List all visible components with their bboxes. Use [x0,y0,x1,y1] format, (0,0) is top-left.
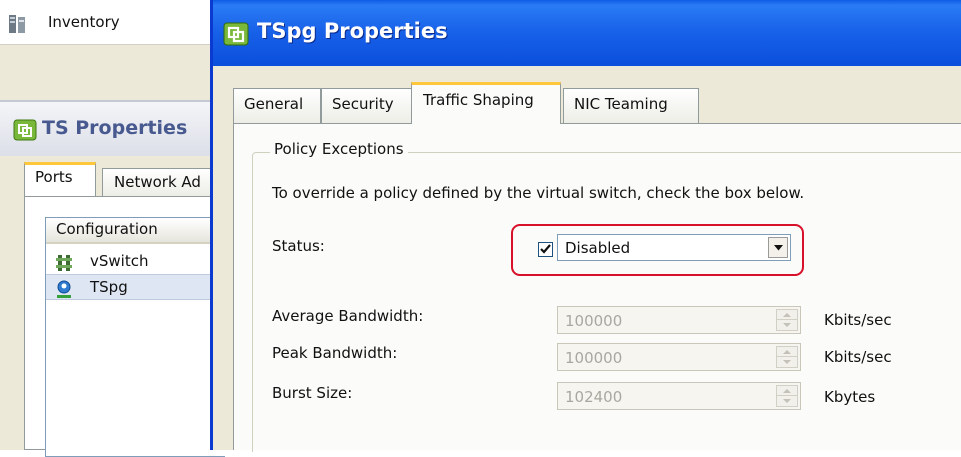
burst-size-value: 102400 [565,388,623,406]
tab-nic-teaming-label: NIC Teaming [574,95,668,113]
arrow-up-icon [783,313,791,317]
vsphere-icon [13,119,37,141]
arrow-up-icon [783,350,791,354]
tab-security-label: Security [332,95,394,113]
ts-window-title: TS Properties [42,117,188,139]
list-item-vswitch[interactable]: vSwitch [46,249,226,275]
burst-size-label: Burst Size: [272,384,353,402]
average-bandwidth-label: Average Bandwidth: [272,307,424,325]
dropdown-button[interactable] [768,237,788,258]
dialog-title-bar[interactable]: TSpg Properties [213,0,961,66]
tab-security[interactable]: Security [321,88,413,123]
average-bandwidth-spinner[interactable]: 100000 [557,306,801,334]
chevron-down-icon [774,245,783,251]
configuration-header-label: Configuration [56,220,158,238]
vsphere-icon [223,22,249,46]
status-dropdown[interactable]: Disabled [557,234,791,261]
arrow-down-icon [783,399,791,403]
switch-icon [56,255,72,271]
tab-ports[interactable]: Ports [24,162,96,196]
ports-panel: Configuration vSwitch TSpg [24,196,226,457]
spinner-down-button[interactable] [777,357,797,367]
spinner-up-button[interactable] [777,310,797,320]
spinner-down-button[interactable] [777,320,797,330]
policy-exceptions-title: Policy Exceptions [270,140,408,158]
peak-bandwidth-value: 100000 [565,349,623,367]
burst-size-unit: Kbytes [824,388,876,406]
override-instruction: To override a policy defined by the virt… [272,184,805,202]
burst-size-spinner[interactable]: 102400 [557,382,801,410]
configuration-column-header[interactable]: Configuration [46,218,226,244]
arrow-down-icon [783,360,791,364]
ts-title-bar[interactable]: TS Properties [0,100,222,156]
list-item-label: vSwitch [90,252,149,270]
status-selected-value: Disabled [565,239,631,257]
spinner-up-button[interactable] [777,386,797,396]
tab-traffic-shaping-label: Traffic Shaping [423,91,534,109]
status-override-checkbox[interactable] [538,242,553,257]
peak-bandwidth-spinner[interactable]: 100000 [557,343,801,371]
spinner-up-button[interactable] [777,347,797,357]
background-toolbar [0,44,220,100]
inventory-label[interactable]: Inventory [48,13,120,31]
arrow-up-icon [783,389,791,393]
peak-bandwidth-unit: Kbits/sec [824,348,892,366]
port-group-icon [57,280,71,298]
list-item-label: TSpg [90,278,128,296]
tab-traffic-shaping[interactable]: Traffic Shaping [411,82,561,124]
tab-network-adapters[interactable]: Network Ad [102,168,222,196]
inventory-icon [9,15,25,33]
configuration-list[interactable]: Configuration vSwitch TSpg [45,217,226,457]
spinner-buttons[interactable] [776,309,798,331]
tab-general[interactable]: General [233,88,321,123]
average-bandwidth-value: 100000 [565,312,623,330]
ts-properties-window: TS Properties Ports Network Ad Configura… [0,100,226,457]
tab-nic-teaming[interactable]: NIC Teaming [563,88,699,123]
list-item-tspg[interactable]: TSpg [46,274,226,300]
tab-general-label: General [244,95,304,113]
spinner-buttons[interactable] [776,385,798,407]
spinner-buttons[interactable] [776,346,798,368]
inventory-bar: Inventory [0,0,220,44]
tab-ports-label: Ports [35,168,73,186]
tab-network-adapters-label: Network Ad [114,173,201,191]
arrow-down-icon [783,323,791,327]
spinner-down-button[interactable] [777,396,797,406]
checkmark-icon [540,244,551,254]
traffic-shaping-panel: Policy Exceptions To override a policy d… [233,123,961,452]
dialog-title: TSpg Properties [257,19,448,43]
peak-bandwidth-label: Peak Bandwidth: [272,344,398,362]
average-bandwidth-unit: Kbits/sec [824,311,892,329]
status-label: Status: [272,237,325,255]
tspg-properties-dialog: TSpg Properties General Security NIC Tea… [210,0,961,452]
